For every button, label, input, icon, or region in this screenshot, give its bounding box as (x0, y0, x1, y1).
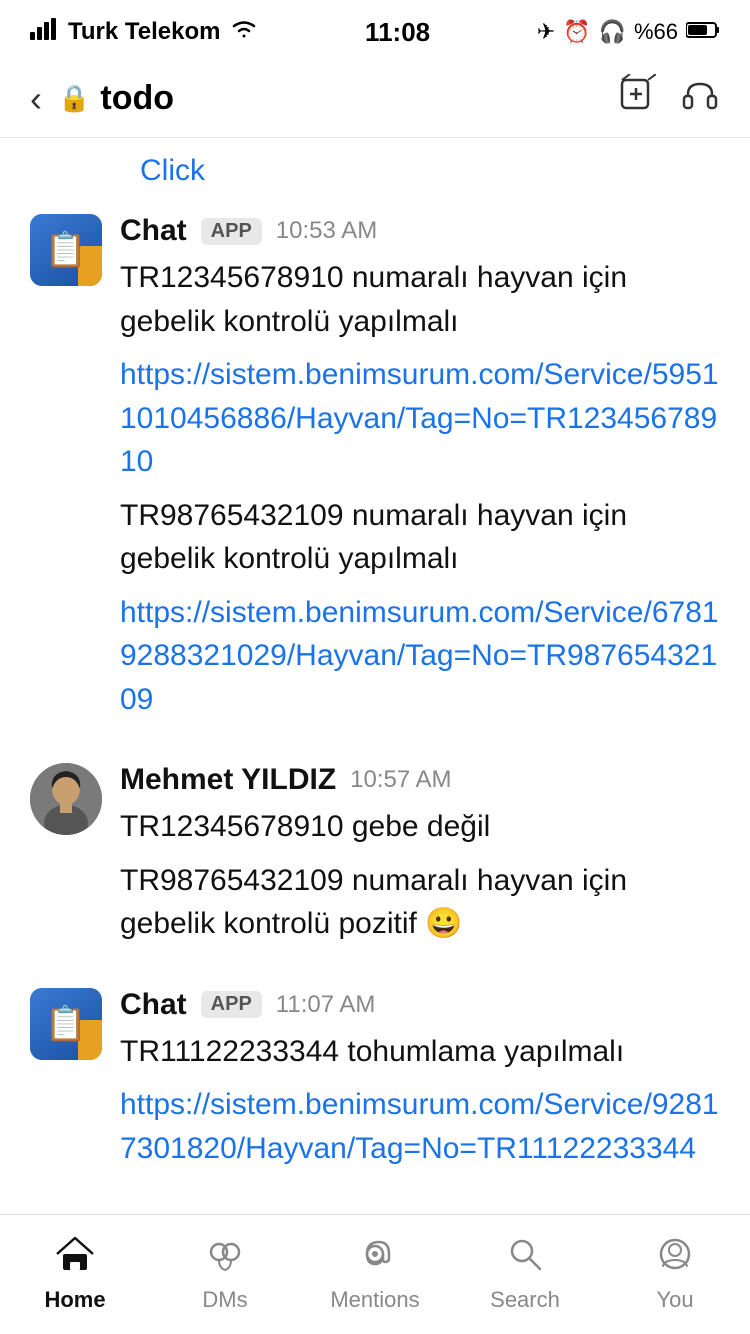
message-block: Chat APP 10:53 AM TR12345678910 numaralı… (0, 198, 750, 747)
message-content: Chat APP 11:07 AM TR11122233344 tohumlam… (120, 988, 720, 1181)
nav-label-dms: DMs (202, 1287, 247, 1313)
message-link[interactable]: https://sistem.benimsurum.com/Service/59… (120, 353, 720, 484)
message-block: Mehmet YILDIZ 10:57 AM TR12345678910 geb… (0, 747, 750, 972)
channel-title-area: 🔒 todo (58, 79, 174, 118)
dms-icon (205, 1236, 245, 1281)
message-text: TR11122233344 tohumlama yapılmalı (120, 1030, 720, 1074)
mentions-icon (355, 1236, 395, 1281)
message-header: Mehmet YILDIZ 10:57 AM (120, 763, 720, 797)
message-text: TR12345678910 gebe değil (120, 805, 720, 849)
message-link[interactable]: https://sistem.benimsurum.com/Service/67… (120, 591, 720, 722)
avatar (30, 214, 102, 286)
message-time: 11:07 AM (276, 991, 376, 1019)
header: ‹ 🔒 todo (0, 60, 750, 138)
person-avatar-image (30, 763, 102, 835)
avatar (30, 988, 102, 1060)
wifi-icon (230, 18, 258, 47)
status-bar: Turk Telekom 11:08 ✈ ⏰ 🎧 %66 (0, 0, 750, 60)
status-time: 11:08 (365, 17, 430, 48)
sender-name: Mehmet YILDIZ (120, 763, 336, 797)
nav-label-mentions: Mentions (330, 1287, 419, 1313)
message-text: TR98765432109 numaralı hayvan için gebel… (120, 494, 720, 581)
battery-percent: %66 (634, 19, 678, 45)
channel-title: todo (100, 79, 174, 118)
sender-name: Chat (120, 214, 187, 248)
you-icon (655, 1236, 695, 1281)
location-icon: ✈ (537, 19, 555, 45)
battery-icon (686, 19, 720, 45)
avatar (30, 763, 102, 835)
message-block: Chat APP 11:07 AM TR11122233344 tohumlam… (0, 972, 750, 1197)
alarm-icon: ⏰ (563, 19, 590, 45)
nav-label-you: You (656, 1287, 693, 1313)
nav-item-home[interactable]: Home (0, 1215, 150, 1334)
message-content: Chat APP 10:53 AM TR12345678910 numaralı… (120, 214, 720, 731)
chat-area: Click Chat APP 10:53 AM TR12345678910 nu… (0, 138, 750, 1216)
lock-icon: 🔒 (58, 83, 90, 114)
search-icon (507, 1236, 543, 1281)
app-badge: APP (201, 218, 262, 245)
header-right (616, 74, 720, 123)
back-button[interactable]: ‹ (30, 78, 42, 120)
message-time: 10:53 AM (276, 217, 377, 245)
bottom-nav: Home DMs Mentions Searc (0, 1214, 750, 1334)
message-content: Mehmet YILDIZ 10:57 AM TR12345678910 geb… (120, 763, 720, 956)
nav-item-dms[interactable]: DMs (150, 1215, 300, 1334)
carrier-name: Turk Telekom (68, 18, 220, 46)
nav-item-search[interactable]: Search (450, 1215, 600, 1334)
nav-label-home: Home (44, 1287, 105, 1313)
headphones-button[interactable] (680, 74, 720, 123)
message-text: TR98765432109 numaralı hayvan için gebel… (120, 859, 720, 946)
status-carrier-area: Turk Telekom (30, 18, 258, 47)
nav-item-mentions[interactable]: Mentions (300, 1215, 450, 1334)
message-time: 10:57 AM (350, 766, 451, 794)
home-icon (55, 1236, 95, 1281)
app-badge: APP (201, 991, 262, 1018)
sender-name: Chat (120, 988, 187, 1022)
status-icons: ✈ ⏰ 🎧 %66 (537, 19, 720, 45)
add-tab-button[interactable] (616, 74, 656, 123)
nav-item-you[interactable]: You (600, 1215, 750, 1334)
message-link[interactable]: https://sistem.benimsurum.com/Service/92… (120, 1083, 720, 1170)
headphone-status-icon: 🎧 (599, 19, 626, 45)
top-partial-link[interactable]: Click (0, 138, 750, 198)
message-header: Chat APP 10:53 AM (120, 214, 720, 248)
message-header: Chat APP 11:07 AM (120, 988, 720, 1022)
header-left: ‹ 🔒 todo (30, 78, 174, 120)
message-text: TR12345678910 numaralı hayvan için gebel… (120, 256, 720, 343)
signal-icon (30, 18, 58, 47)
nav-label-search: Search (490, 1287, 560, 1313)
